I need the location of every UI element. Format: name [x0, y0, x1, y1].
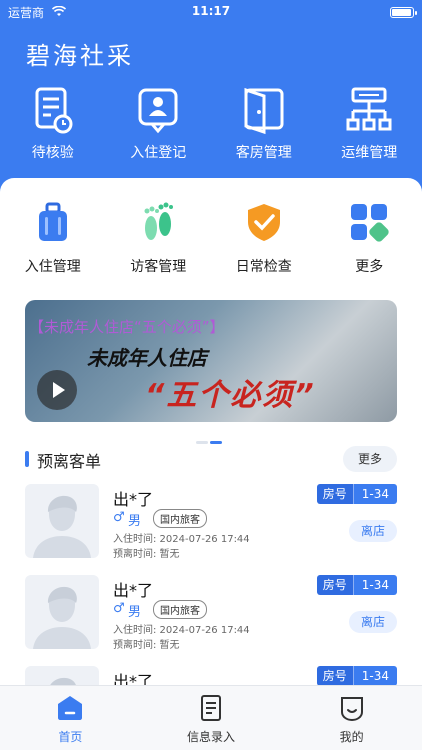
menu-item-label: 更多 — [355, 259, 384, 275]
avatar-placeholder-icon — [33, 495, 91, 558]
checkout-time: 预离时间: 暂无 — [113, 549, 180, 560]
guest-type-tag: 国内旅客 — [153, 509, 207, 528]
status-bar: 运营商 11:17 — [0, 4, 422, 22]
room-badge: 房号 1-34 — [316, 575, 397, 595]
luggage-icon — [38, 202, 67, 241]
menu-item-more[interactable]: 更多 — [317, 200, 422, 276]
room-label: 房号 — [316, 575, 353, 595]
quick-action-label: 运维管理 — [341, 145, 398, 161]
home-icon — [58, 696, 83, 720]
tab-bar: 首页 信息录入 我的 — [0, 685, 422, 750]
tab-home[interactable]: 首页 — [0, 686, 141, 750]
header: 运营商 11:17 碧海社采 待核验 入住登记 客房管理 运维管理 — [0, 0, 422, 200]
checkin-time: 入住时间: 2024-07-26 17:44 — [113, 534, 250, 545]
quick-action-pending-verify[interactable]: 待核验 — [0, 84, 106, 162]
tab-label: 首页 — [58, 730, 83, 744]
guest-item[interactable]: 出*了 ♂ 男 国内旅客 入住时间: 2024-07-26 17:44 预离时间… — [25, 575, 397, 653]
quick-action-label: 入住登记 — [130, 145, 187, 161]
tab-label: 信息录入 — [186, 730, 235, 744]
room-label: 房号 — [316, 484, 353, 504]
section-title: 预离客单 — [37, 452, 102, 471]
quick-actions: 待核验 入住登记 客房管理 运维管理 — [0, 84, 422, 162]
section-header: 预离客单 更多 — [25, 446, 397, 472]
room-number: 1-34 — [352, 575, 397, 595]
room-number: 1-34 — [352, 666, 397, 686]
checkout-button[interactable]: 离店 — [349, 611, 397, 633]
carousel-indicator — [196, 429, 228, 444]
tab-label: 我的 — [339, 730, 364, 744]
quick-action-label: 客房管理 — [235, 145, 292, 161]
checkout-button[interactable]: 离店 — [349, 520, 397, 542]
checkout-time: 预离时间: 暂无 — [113, 640, 180, 651]
document-clock-icon — [35, 87, 73, 134]
section-accent-bar — [25, 451, 29, 467]
shield-check-icon — [247, 204, 280, 241]
quick-action-checkin[interactable]: 入住登记 — [106, 84, 212, 162]
checkin-time: 入住时间: 2024-07-26 17:44 — [113, 625, 250, 636]
more-button[interactable]: 更多 — [343, 446, 397, 472]
guest-name: 出*了 — [113, 581, 154, 600]
menu-item-label: 日常检查 — [235, 259, 292, 275]
network-icon — [346, 87, 392, 131]
banner-title-line1: 未成年人住店 — [87, 346, 207, 370]
room-label: 房号 — [316, 666, 353, 686]
tab-info-entry[interactable]: 信息录入 — [141, 686, 282, 750]
battery-icon — [390, 7, 417, 18]
guest-item[interactable]: 出*了 ♂ 男 国内旅客 入住时间: 2024-07-26 17:44 预离时间… — [25, 484, 397, 562]
content-card: 入住管理 访客管理 日常检查 更多 【未成年人住店“五个必须”】 未成年人住店 … — [0, 178, 422, 740]
clock: 11:17 — [191, 4, 231, 18]
avatar-placeholder-icon — [33, 586, 91, 649]
menu-item-label: 入住管理 — [24, 259, 81, 275]
menu-item-checkin-management[interactable]: 入住管理 — [0, 200, 106, 276]
guest-gender: 男 — [128, 605, 142, 620]
guest-gender: 男 — [128, 514, 142, 529]
avatar — [25, 484, 99, 558]
id-card-icon — [138, 88, 178, 134]
app-title: 碧海社采 — [26, 42, 134, 70]
form-icon — [200, 695, 221, 721]
guest-name: 出*了 — [113, 490, 154, 509]
grid-icon — [351, 204, 389, 242]
male-icon: ♂ — [113, 601, 125, 616]
play-icon[interactable] — [37, 370, 77, 410]
avatar — [25, 575, 99, 649]
quick-action-label: 待核验 — [31, 145, 74, 161]
banner-title-line2: “五个必须” — [145, 378, 316, 413]
menu-item-daily-inspection[interactable]: 日常检查 — [211, 200, 317, 276]
video-banner[interactable]: 【未成年人住店“五个必须”】 未成年人住店 “五个必须” — [25, 300, 397, 422]
menu-item-label: 访客管理 — [130, 259, 187, 275]
quick-action-room-management[interactable]: 客房管理 — [211, 84, 317, 162]
room-number: 1-34 — [352, 484, 397, 504]
guest-type-tag: 国内旅客 — [153, 600, 207, 619]
male-icon: ♂ — [113, 510, 125, 525]
footprint-icon — [144, 202, 174, 240]
feature-menu: 入住管理 访客管理 日常检查 更多 — [0, 200, 422, 276]
profile-icon — [340, 697, 363, 722]
banner-headline: 【未成年人住店“五个必须”】 — [29, 318, 225, 336]
tab-profile[interactable]: 我的 — [281, 686, 422, 750]
quick-action-ops-management[interactable]: 运维管理 — [317, 84, 422, 162]
door-icon — [244, 87, 284, 135]
room-badge: 房号 1-34 — [316, 666, 397, 686]
room-badge: 房号 1-34 — [316, 484, 397, 504]
menu-item-visitor-management[interactable]: 访客管理 — [106, 200, 212, 276]
